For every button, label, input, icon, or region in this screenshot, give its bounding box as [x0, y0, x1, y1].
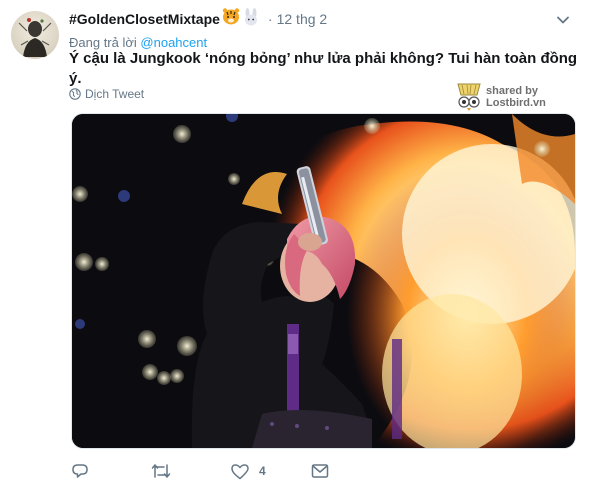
concert-photo-image	[72, 114, 575, 448]
reply-prefix: Đang trả lời	[69, 35, 137, 50]
tweet-photo[interactable]	[71, 113, 576, 449]
tiger-emoji-icon	[222, 8, 240, 30]
reply-icon	[72, 464, 88, 478]
watermark-line-1: shared by	[486, 85, 538, 97]
lostbird-logo-icon	[457, 83, 481, 111]
rabbit-emoji-icon	[242, 7, 260, 31]
tweet-date[interactable]: 12 thg 2	[277, 11, 328, 27]
envelope-icon	[311, 464, 329, 478]
translate-label[interactable]: Dịch Tweet	[85, 87, 144, 101]
tweet-header: #GoldenClosetMixtape · 12 thg 2	[69, 7, 328, 31]
reply-button[interactable]	[71, 458, 89, 484]
like-button[interactable]: 4	[231, 458, 266, 484]
header-separator: ·	[267, 11, 273, 27]
direct-message-button[interactable]	[311, 458, 329, 484]
avatar[interactable]	[11, 11, 59, 59]
avatar-art-icon	[18, 18, 52, 57]
reply-handle-link[interactable]: @noahcent	[140, 35, 207, 50]
chevron-down-icon[interactable]	[555, 12, 571, 28]
heart-icon	[231, 463, 249, 479]
globe-icon	[69, 88, 81, 100]
watermark: shared by Lostbird.vn	[456, 81, 546, 113]
retweet-icon	[151, 464, 171, 478]
retweet-button[interactable]	[151, 458, 171, 484]
reply-context: Đang trả lời @noahcent	[69, 35, 207, 50]
watermark-line-2: Lostbird.vn	[486, 97, 546, 109]
translate-tweet-link[interactable]: Dịch Tweet	[69, 87, 144, 101]
display-name[interactable]: #GoldenClosetMixtape	[69, 11, 220, 27]
like-count: 4	[259, 464, 266, 478]
tweet-actions: 4	[71, 458, 491, 484]
tweet-card[interactable]: #GoldenClosetMixtape · 12 thg 2 Đang trả…	[0, 0, 599, 490]
